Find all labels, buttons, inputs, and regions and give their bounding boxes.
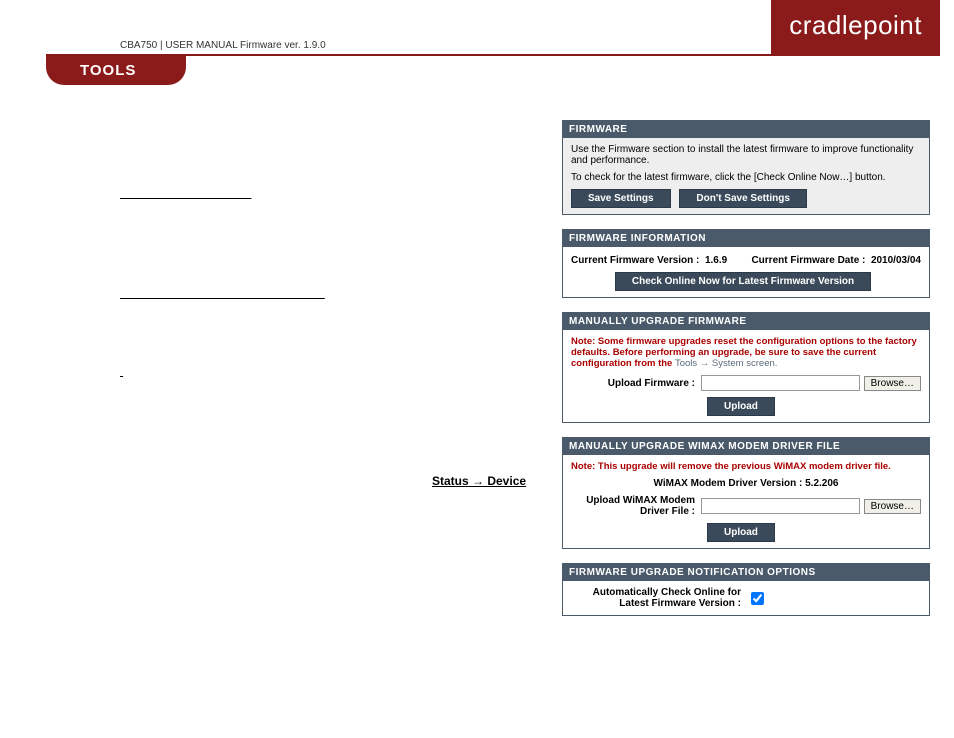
wimax-upgrade-panel: MANUALLY UPGRADE WIMAX MODEM DRIVER FILE… xyxy=(562,437,930,549)
manual-upgrade-warning: Note: Some firmware upgrades reset the c… xyxy=(571,336,921,369)
tools-tab: TOOLS xyxy=(46,56,186,85)
upload-firmware-button[interactable]: Upload xyxy=(707,397,775,416)
manual-upgrade-title: MANUALLY UPGRADE FIRMWARE xyxy=(563,313,929,330)
breadcrumb: CBA750 | USER MANUAL Firmware ver. 1.9.0 xyxy=(120,40,326,51)
browse-wimax-button[interactable]: Browse… xyxy=(864,499,921,514)
upload-wimax-label: Upload WiMAX Modem Driver File : xyxy=(571,495,701,517)
check-online-button[interactable]: Check Online Now for Latest Firmware Ver… xyxy=(615,272,871,291)
firmware-info-panel: FIRMWARE INFORMATION Current Firmware Ve… xyxy=(562,229,930,298)
right-column: FIRMWARE Use the Firmware section to ins… xyxy=(562,120,930,630)
firmware-panel: FIRMWARE Use the Firmware section to ins… xyxy=(562,120,930,215)
wimax-driver-version: WiMAX Modem Driver Version : 5.2.206 xyxy=(571,478,921,489)
upload-firmware-label: Upload Firmware : xyxy=(571,378,701,389)
save-settings-button[interactable]: Save Settings xyxy=(571,189,671,208)
notification-title: FIRMWARE UPGRADE NOTIFICATION OPTIONS xyxy=(563,564,929,581)
dont-save-settings-button[interactable]: Don't Save Settings xyxy=(679,189,807,208)
wimax-upgrade-title: MANUALLY UPGRADE WIMAX MODEM DRIVER FILE xyxy=(563,438,929,455)
firmware-intro-2: To check for the latest firmware, click … xyxy=(571,172,921,183)
wimax-warning: Note: This upgrade will remove the previ… xyxy=(571,461,921,472)
auto-check-checkbox[interactable] xyxy=(751,592,764,605)
header-bar: cradlepoint CBA750 | USER MANUAL Firmwar… xyxy=(0,0,954,55)
firmware-info-title: FIRMWARE INFORMATION xyxy=(563,230,929,247)
brand-logo: cradlepoint xyxy=(771,0,940,55)
auto-check-label: Automatically Check Online for Latest Fi… xyxy=(571,587,741,609)
upload-wimax-input[interactable] xyxy=(701,498,860,514)
left-column: Status → Device xyxy=(120,100,560,488)
upload-firmware-input[interactable] xyxy=(701,375,860,391)
current-date: Current Firmware Date : 2010/03/04 xyxy=(751,255,921,266)
notification-panel: FIRMWARE UPGRADE NOTIFICATION OPTIONS Au… xyxy=(562,563,930,616)
firmware-intro-1: Use the Firmware section to install the … xyxy=(571,144,921,166)
manual-upgrade-panel: MANUALLY UPGRADE FIRMWARE Note: Some fir… xyxy=(562,312,930,423)
browse-firmware-button[interactable]: Browse… xyxy=(864,376,921,391)
left-link-3[interactable] xyxy=(120,366,300,378)
left-link-2[interactable] xyxy=(120,288,560,300)
current-version: Current Firmware Version : 1.6.9 xyxy=(571,255,727,266)
upload-wimax-button[interactable]: Upload xyxy=(707,523,775,542)
firmware-panel-title: FIRMWARE xyxy=(563,121,929,138)
status-device-heading: Status → Device xyxy=(432,474,560,488)
left-link-1[interactable] xyxy=(120,188,560,200)
